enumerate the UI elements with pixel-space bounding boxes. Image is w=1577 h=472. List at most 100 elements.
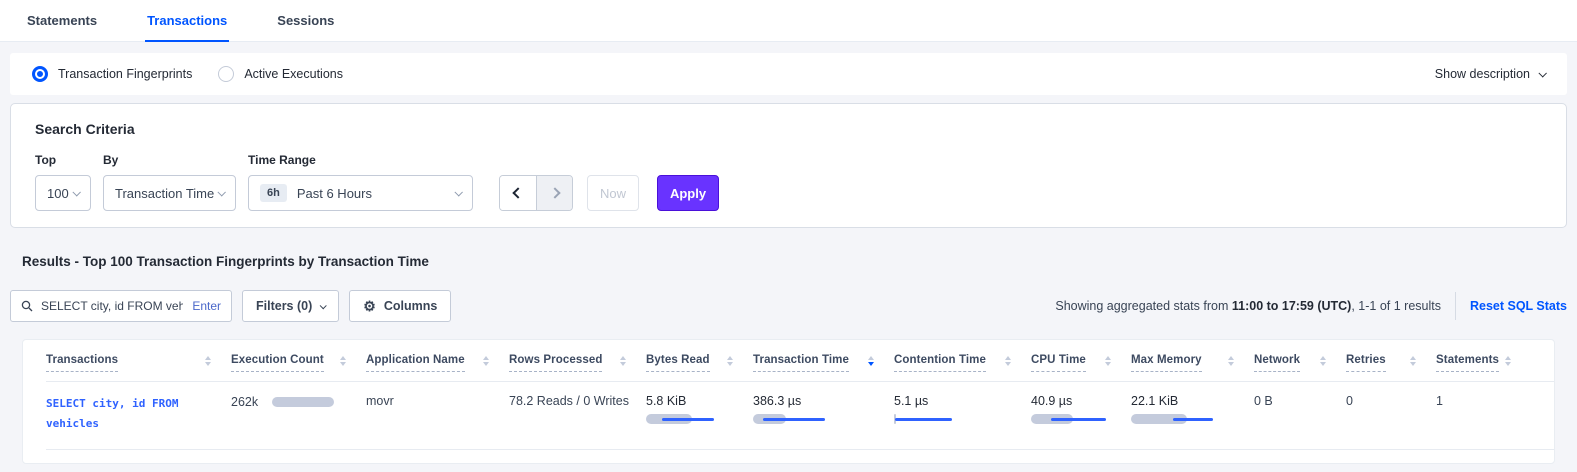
chevron-down-icon (1538, 69, 1546, 77)
radio-active-executions[interactable]: Active Executions (218, 66, 343, 82)
radio-transaction-fingerprints[interactable]: Transaction Fingerprints (32, 66, 192, 82)
enter-hint: Enter (192, 299, 221, 313)
top-label: Top (35, 153, 91, 167)
column-header-application-name[interactable]: Application Name (366, 354, 509, 372)
gear-icon: ⚙ (363, 299, 376, 313)
search-criteria-card: Search Criteria Top 100 By Transaction T… (10, 103, 1567, 228)
show-description-toggle[interactable]: Show description (1435, 67, 1545, 81)
cpu-time-bar (1031, 414, 1131, 424)
column-header-max-memory[interactable]: Max Memory (1131, 354, 1254, 372)
table-row: SELECT city, id FROM vehicles 262k movr … (46, 381, 1554, 450)
cell-transaction-time: 386.3 µs (753, 394, 894, 434)
sort-icon[interactable] (727, 354, 733, 366)
results-search-box[interactable]: Enter (10, 290, 232, 322)
max-memory-bar (1131, 414, 1254, 424)
cell-statements: 1 (1436, 394, 1531, 434)
show-description-label: Show description (1435, 67, 1530, 81)
results-search-input[interactable] (41, 299, 183, 313)
by-field: By Transaction Time (103, 153, 236, 211)
column-header-execution-count[interactable]: Execution Count (231, 354, 366, 372)
column-header-network[interactable]: Network (1254, 354, 1346, 372)
radio-unselected-icon (218, 66, 234, 82)
radio-label: Active Executions (244, 67, 343, 81)
now-button[interactable]: Now (587, 175, 639, 211)
top-field: Top 100 (35, 153, 91, 211)
time-prev-button[interactable] (500, 176, 536, 210)
cell-bytes-read: 5.8 KiB (646, 394, 753, 434)
sort-icon[interactable] (1320, 354, 1326, 366)
column-header-statements[interactable]: Statements (1436, 354, 1531, 372)
time-next-button[interactable] (536, 176, 572, 210)
search-icon (21, 300, 33, 312)
execution-count-bar (272, 397, 334, 407)
execution-count-value: 262k (231, 395, 258, 409)
column-header-retries[interactable]: Retries (1346, 354, 1436, 372)
time-range-select[interactable]: 6h Past 6 Hours (248, 175, 473, 211)
chevron-down-icon (217, 188, 225, 196)
transaction-fingerprint-link[interactable]: SELECT city, id FROM vehicles (46, 394, 198, 434)
cell-retries: 0 (1346, 394, 1436, 434)
cell-max-memory: 22.1 KiB (1131, 394, 1254, 434)
column-header-bytes-read[interactable]: Bytes Read (646, 354, 753, 372)
network-value: 0 B (1254, 394, 1273, 408)
columns-button[interactable]: ⚙ Columns (349, 290, 451, 322)
page-tabs: Statements Transactions Sessions (0, 0, 1577, 42)
by-select[interactable]: Transaction Time (103, 175, 236, 211)
retries-value: 0 (1346, 394, 1353, 408)
statements-value: 1 (1436, 394, 1443, 408)
vertical-divider (1455, 292, 1456, 320)
column-header-cpu-time[interactable]: CPU Time (1031, 354, 1131, 372)
search-criteria-title: Search Criteria (35, 121, 1542, 137)
radio-label: Transaction Fingerprints (58, 67, 192, 81)
cpu-time-value: 40.9 µs (1031, 394, 1131, 408)
sort-icon[interactable] (620, 354, 626, 366)
time-range-label: Time Range (248, 153, 473, 167)
chevron-down-icon (454, 188, 462, 196)
cell-transactions: SELECT city, id FROM vehicles (46, 394, 231, 434)
column-header-rows-processed[interactable]: Rows Processed (509, 354, 646, 372)
column-header-transaction-time[interactable]: Transaction Time (753, 354, 894, 372)
chevron-down-icon (320, 302, 327, 309)
cell-application-name: movr (366, 394, 509, 434)
reset-sql-stats-link[interactable]: Reset SQL Stats (1470, 299, 1567, 313)
sort-icon[interactable] (1505, 354, 1511, 366)
transaction-time-bar (753, 414, 894, 424)
filters-button[interactable]: Filters (0) (242, 290, 339, 322)
chevron-right-icon (549, 187, 560, 198)
tab-sessions[interactable]: Sessions (275, 0, 336, 42)
sort-icon[interactable] (483, 354, 489, 366)
cell-rows-processed: 78.2 Reads / 0 Writes (509, 394, 646, 434)
radio-selected-icon (32, 66, 48, 82)
apply-button[interactable]: Apply (657, 175, 719, 211)
search-criteria-controls: Top 100 By Transaction Time Time Range 6… (35, 153, 1542, 211)
sort-icon[interactable] (340, 354, 346, 366)
cell-cpu-time: 40.9 µs (1031, 394, 1131, 434)
sort-icon[interactable] (1228, 354, 1234, 366)
bytes-read-bar (646, 414, 753, 424)
sort-icon[interactable] (1105, 354, 1111, 366)
cell-execution-count: 262k (231, 394, 366, 434)
sort-icon[interactable] (1005, 354, 1011, 366)
chevron-down-icon (72, 188, 80, 196)
by-select-value: Transaction Time (115, 186, 214, 201)
sort-icon-active-desc[interactable] (868, 354, 874, 366)
filters-label: Filters (0) (256, 299, 312, 313)
column-header-contention-time[interactable]: Contention Time (894, 354, 1031, 372)
tab-transactions[interactable]: Transactions (145, 0, 229, 42)
contention-time-bar (894, 414, 1031, 424)
chevron-left-icon (512, 187, 523, 198)
tab-statements[interactable]: Statements (25, 0, 99, 42)
view-toggle-strip: Transaction Fingerprints Active Executio… (10, 53, 1567, 95)
top-select-value: 100 (47, 186, 69, 201)
top-select[interactable]: 100 (35, 175, 91, 211)
cell-network: 0 B (1254, 394, 1346, 434)
sort-icon[interactable] (1410, 354, 1416, 366)
time-range-field: Time Range 6h Past 6 Hours (248, 153, 473, 211)
time-range-value: Past 6 Hours (297, 186, 372, 201)
column-header-transactions[interactable]: Transactions (46, 354, 231, 372)
rows-processed-value: 78.2 Reads / 0 Writes (509, 394, 629, 408)
sort-icon[interactable] (205, 354, 211, 366)
by-label: By (103, 153, 236, 167)
table-header-row: Transactions Execution Count Application… (46, 340, 1554, 372)
max-memory-value: 22.1 KiB (1131, 394, 1254, 408)
